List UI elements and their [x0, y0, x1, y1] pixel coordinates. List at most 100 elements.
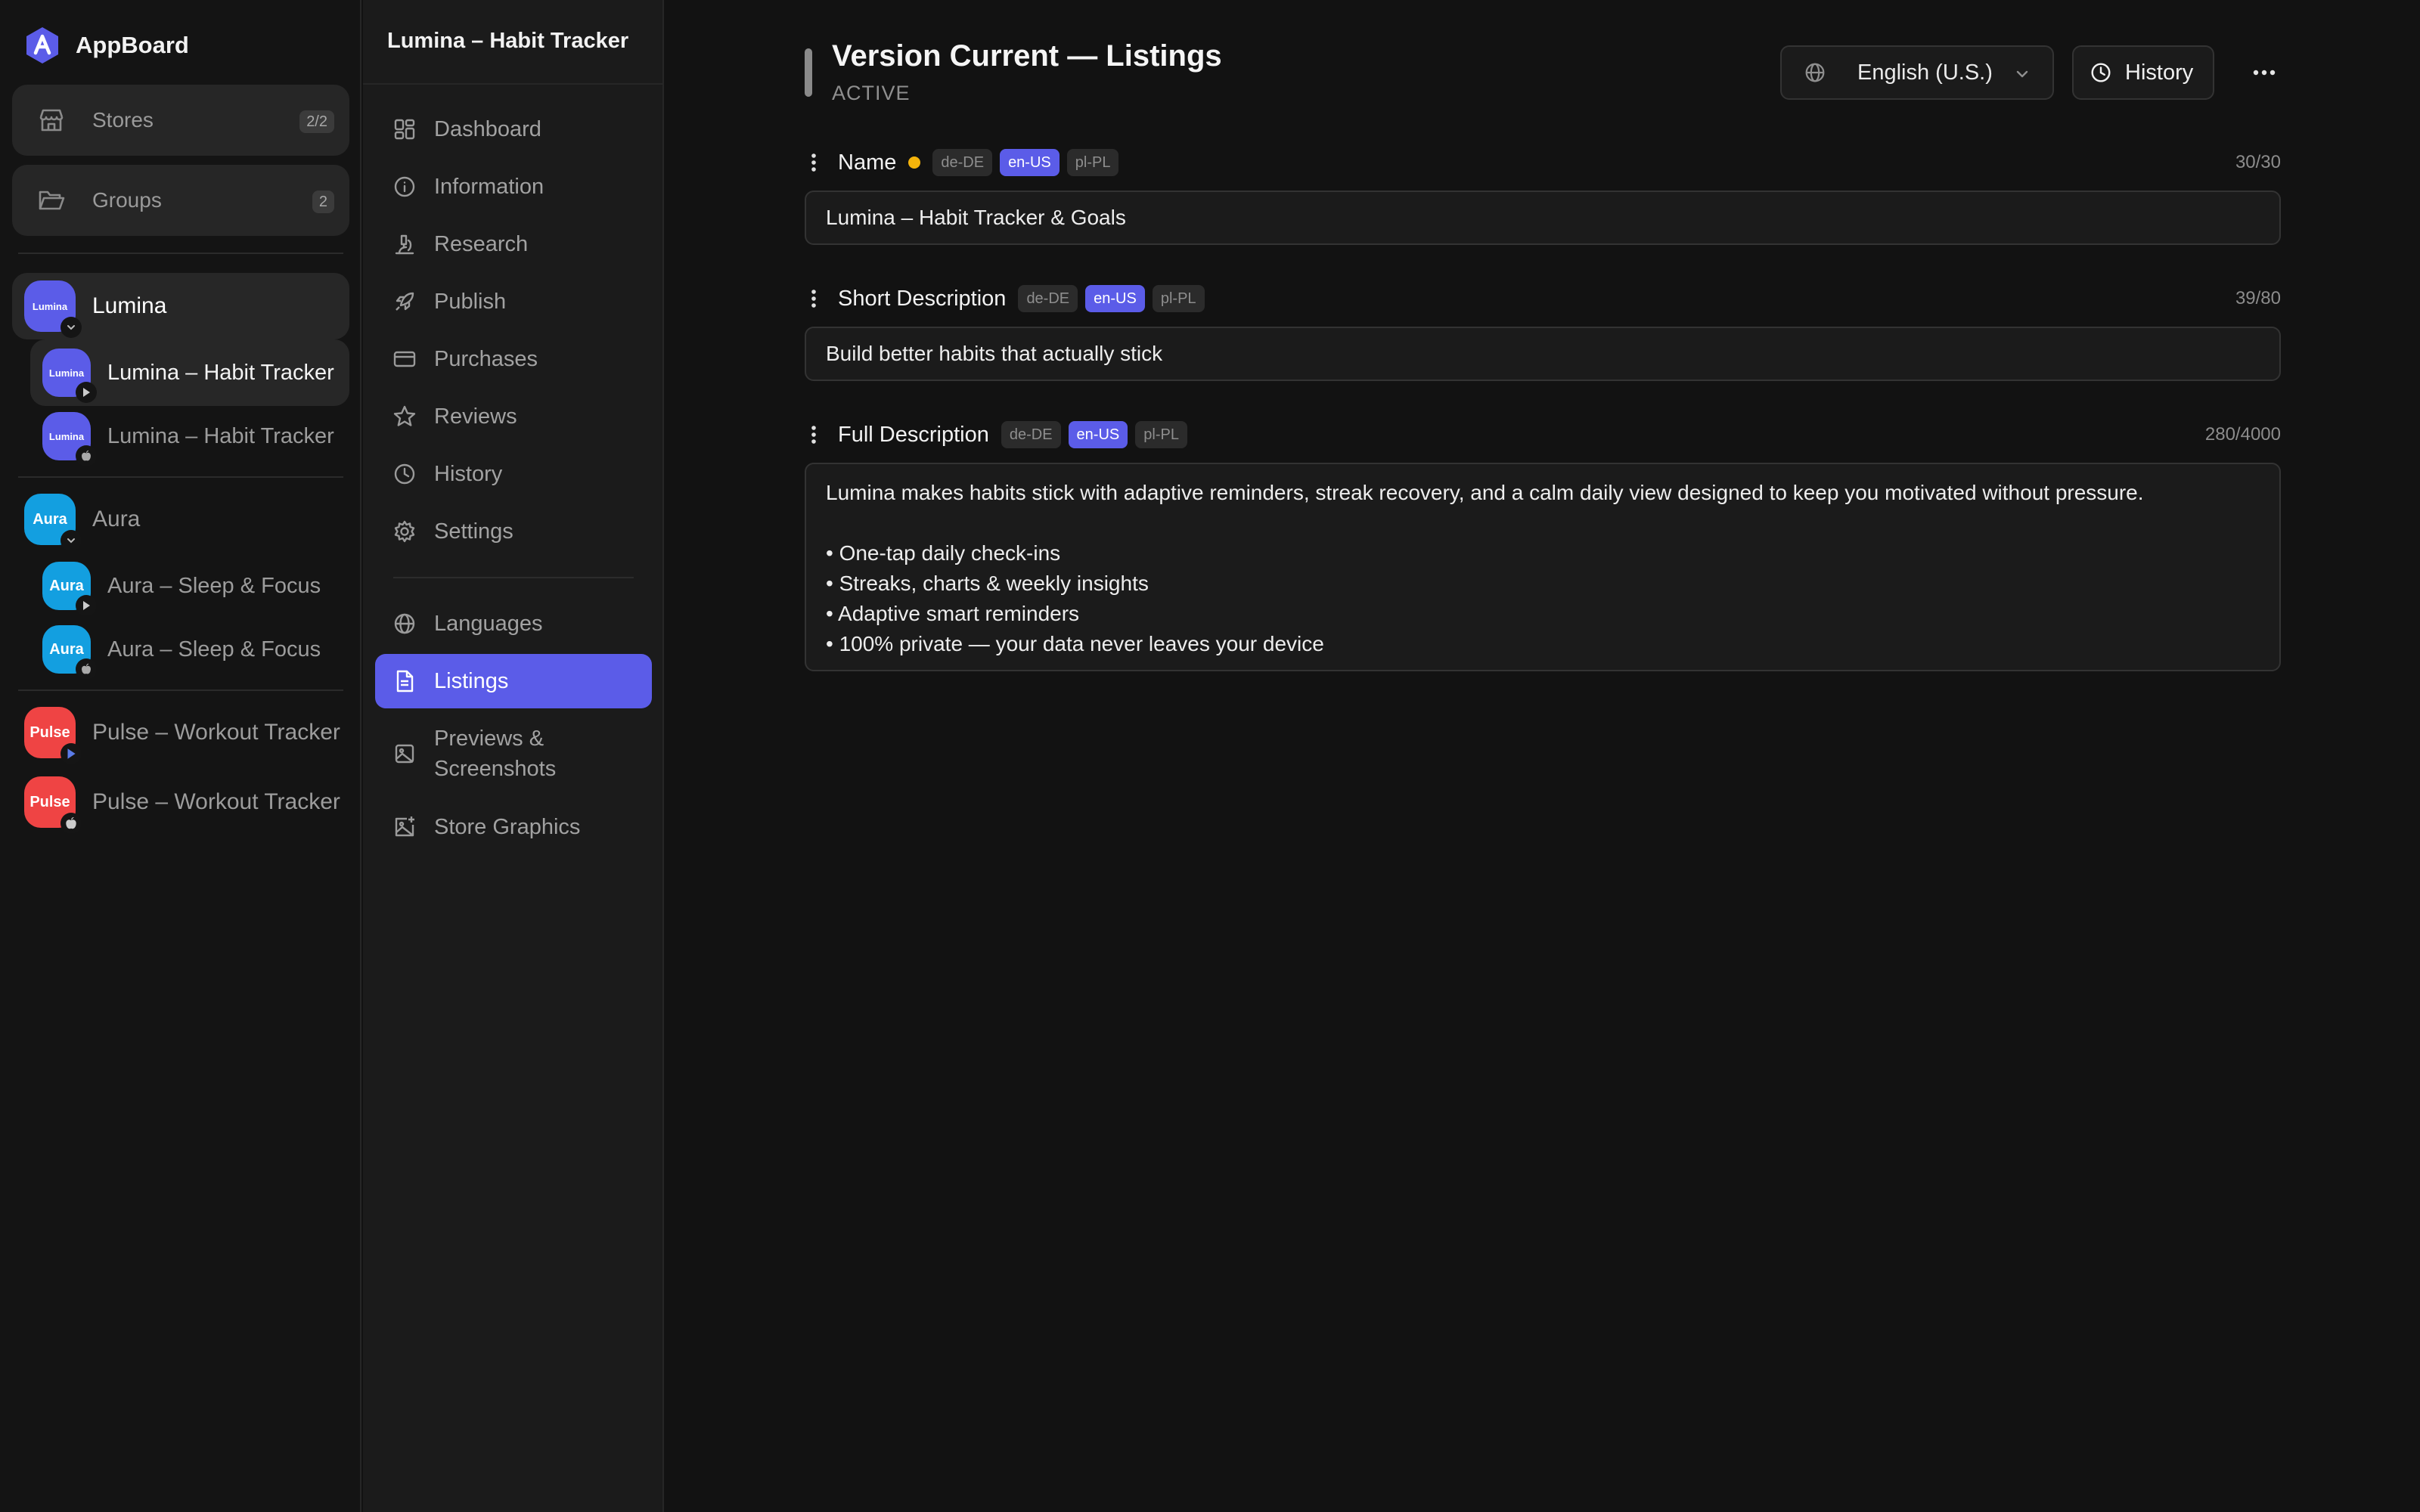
menu-item-settings[interactable]: Settings	[375, 504, 652, 559]
star-icon	[393, 405, 416, 426]
app-avatar: Lumina	[24, 280, 82, 338]
more-options-button[interactable]	[2242, 50, 2287, 95]
app-avatar: Aura	[42, 625, 97, 680]
full-description-textarea[interactable]: Lumina makes habits stick with adaptive …	[805, 463, 2281, 671]
version-accent-bar	[805, 48, 812, 97]
menu-item-reviews[interactable]: Reviews	[375, 389, 652, 444]
app-item-aura-android[interactable]: Aura Aura – Sleep & Focus	[30, 553, 349, 619]
apple-icon	[76, 445, 97, 466]
locale-chip[interactable]: pl-PL	[1152, 285, 1205, 312]
app-item-lumina-android[interactable]: Lumina Lumina – Habit Tracker	[30, 339, 349, 406]
app-avatar: Pulse	[24, 707, 82, 764]
app-item-name: Pulse – Workout Tracker	[92, 720, 340, 745]
menu-item-listings[interactable]: Listings	[375, 654, 652, 708]
globe-icon	[1805, 63, 1825, 82]
description-line: Lumina makes habits stick with adaptive …	[826, 481, 2144, 504]
expand-chevron-icon[interactable]	[60, 530, 82, 551]
field-label: Name	[838, 150, 897, 175]
app-group-name: Aura	[92, 507, 141, 531]
unsaved-indicator	[908, 156, 921, 169]
listings-editor: Version Current — Listings ACTIVE Englis…	[666, 0, 2420, 1512]
menu-item-store-graphics[interactable]: Store Graphics	[375, 800, 652, 854]
subnav-header-divider	[363, 83, 664, 85]
field-header-name: Name de-DE en-US pl-PL 30/30	[805, 144, 2281, 181]
app-group-name: Lumina	[92, 293, 167, 318]
sidebar-divider	[18, 689, 343, 691]
groups-tile[interactable]: Groups 2	[12, 165, 349, 236]
locale-chip[interactable]: pl-PL	[1066, 149, 1119, 176]
menu-item-information[interactable]: Information	[375, 160, 652, 214]
app-group-lumina[interactable]: Lumina Lumina	[12, 273, 349, 339]
clock-icon	[394, 463, 415, 485]
groups-label: Groups	[92, 188, 162, 212]
microscope-icon	[395, 234, 414, 255]
app-title: Lumina – Habit Tracker	[387, 29, 629, 53]
menu-item-publish[interactable]: Publish	[375, 274, 652, 329]
expand-chevron-icon[interactable]	[60, 317, 82, 338]
stores-count-badge: 2/2	[299, 110, 334, 133]
app-item-pulse-ios[interactable]: Pulse Pulse – Workout Tracker	[12, 769, 349, 835]
description-line: • 100% private — your data never leaves …	[826, 632, 1324, 655]
clock-icon	[2091, 63, 2111, 82]
folder-icon	[39, 191, 65, 210]
credit-card-icon	[393, 351, 416, 367]
app-item-lumina-ios[interactable]: Lumina Lumina – Habit Tracker	[30, 403, 349, 469]
google-play-icon	[60, 743, 82, 764]
app-item-name: Aura – Sleep & Focus	[107, 573, 321, 598]
drag-handle-icon[interactable]	[806, 149, 821, 176]
app-item-name: Aura – Sleep & Focus	[107, 637, 321, 662]
menu-item-previews-screenshots[interactable]: Previews & Screenshots	[375, 716, 652, 792]
more-horizontal-icon	[2253, 70, 2276, 76]
locale-chip-active[interactable]: en-US	[1000, 149, 1060, 176]
drag-handle-icon[interactable]	[806, 285, 821, 312]
gear-icon	[394, 520, 415, 543]
menu-item-dashboard[interactable]: Dashboard	[375, 102, 652, 156]
version-status: ACTIVE	[832, 82, 911, 104]
menu-item-purchases[interactable]: Purchases	[375, 332, 652, 386]
page-title: Version Current — Listings	[832, 39, 1222, 73]
drag-handle-icon[interactable]	[806, 421, 821, 448]
brand-name: AppBoard	[76, 32, 189, 58]
locale-chip-active[interactable]: en-US	[1085, 285, 1145, 312]
app-item-name: Lumina – Habit Tracker	[107, 423, 334, 448]
name-input[interactable]: Lumina – Habit Tracker & Goals	[805, 191, 2281, 245]
app-item-pulse-android[interactable]: Pulse Pulse – Workout Tracker	[12, 699, 349, 766]
language-select-value: English (U.S.)	[1857, 60, 1993, 85]
locale-chip[interactable]: de-DE	[932, 149, 993, 176]
document-icon	[396, 670, 414, 692]
menu-item-history[interactable]: History	[375, 447, 652, 501]
rocket-icon	[396, 292, 414, 311]
description-line: • Streaks, charts & weekly insights	[826, 572, 1149, 595]
stores-tile[interactable]: Stores 2/2	[12, 85, 349, 156]
globe-icon	[394, 613, 415, 634]
menu-item-languages[interactable]: Languages	[375, 596, 652, 651]
locale-chip[interactable]: pl-PL	[1135, 421, 1187, 448]
language-select[interactable]: English (U.S.)	[1780, 45, 2054, 100]
brand[interactable]: AppBoard	[23, 24, 189, 67]
character-count: 280/4000	[2204, 424, 2281, 445]
short-description-input[interactable]: Build better habits that actually stick	[805, 327, 2281, 381]
subnav-divider	[393, 577, 634, 578]
app-avatar: Aura	[42, 562, 97, 616]
app-item-aura-ios[interactable]: Aura Aura – Sleep & Focus	[30, 616, 349, 683]
locale-chip-active[interactable]: en-US	[1068, 421, 1128, 448]
info-icon	[394, 176, 415, 197]
groups-count-badge: 2	[312, 191, 334, 213]
appboard-logo-icon	[26, 27, 58, 64]
stores-label: Stores	[92, 108, 154, 132]
apple-icon	[76, 658, 97, 680]
locale-chip[interactable]: de-DE	[1018, 285, 1078, 312]
history-button-label: History	[2125, 60, 2194, 85]
locale-chip[interactable]: de-DE	[1001, 421, 1061, 448]
sidebar-divider	[18, 476, 343, 478]
description-blank-line	[826, 508, 2260, 538]
field-label: Short Description	[838, 286, 1007, 311]
app-avatar: Pulse	[24, 776, 82, 834]
character-count: 39/80	[2235, 288, 2281, 308]
app-group-aura[interactable]: Aura Aura	[12, 486, 349, 553]
store-icon	[39, 109, 64, 132]
menu-item-research[interactable]: Research	[375, 217, 652, 271]
google-play-icon	[76, 382, 97, 403]
history-button[interactable]: History	[2072, 45, 2214, 100]
sidebar-divider	[18, 253, 343, 254]
